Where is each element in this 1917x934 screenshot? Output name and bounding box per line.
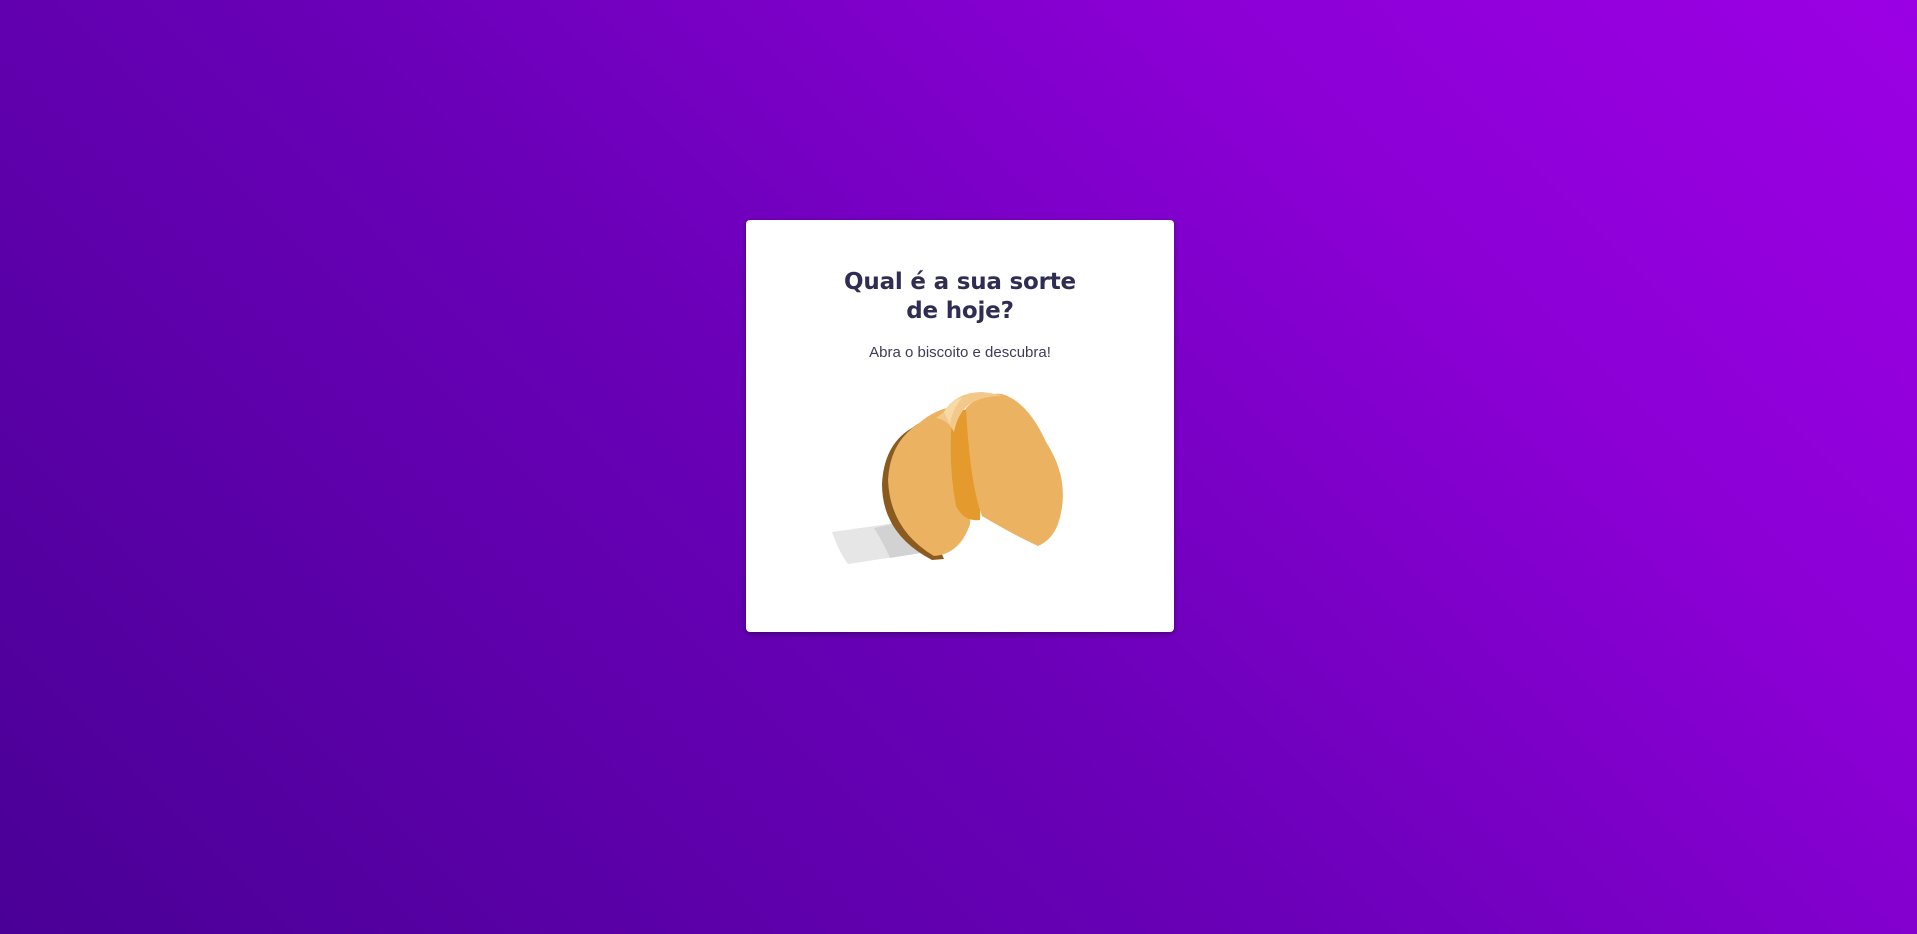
card-title: Qual é a sua sorte de hoje? — [844, 269, 1076, 324]
cookie-right-half — [966, 393, 1063, 546]
fortune-cookie-icon[interactable] — [832, 384, 1088, 584]
card-subtitle: Abra o biscoito e descubra! — [869, 344, 1051, 361]
fortune-card: Qual é a sua sorte de hoje? Abra o bisco… — [746, 220, 1174, 632]
